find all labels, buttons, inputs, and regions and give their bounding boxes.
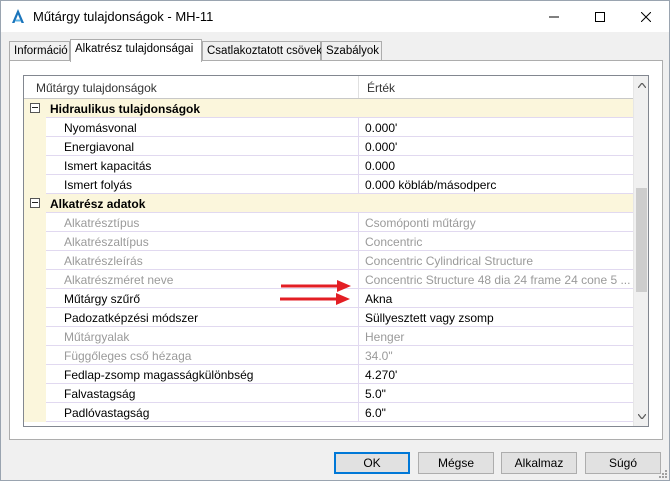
collapse-icon[interactable] — [30, 103, 40, 113]
property-row[interactable]: Függőleges cső hézaga 34.0" — [24, 346, 633, 365]
property-row[interactable]: Ismert folyás 0.000 köbláb/másodperc — [24, 175, 633, 194]
property-row[interactable]: Ismert kapacitás 0.000 — [24, 156, 633, 175]
property-value: 34.0" — [359, 346, 633, 365]
category-row[interactable]: Alkatrész adatok — [24, 194, 633, 213]
dialog-buttons: OK Mégse Alkalmaz Súgó — [1, 446, 669, 480]
property-row[interactable]: Nyomásvonal 0.000' — [24, 118, 633, 137]
property-value: Henger — [359, 327, 633, 346]
close-button[interactable] — [623, 1, 669, 32]
property-name: Padlóvastagság — [46, 403, 359, 422]
title-bar[interactable]: Műtárgy tulajdonságok - MH-11 — [1, 1, 669, 32]
property-name: Műtárgyalak — [46, 327, 359, 346]
collapse-icon[interactable] — [30, 198, 40, 208]
tab-alkatresz-tulajdonsagai[interactable]: Alkatrész tulajdonságai — [70, 39, 202, 62]
red-arrow-icon — [281, 280, 351, 292]
window-title: Műtárgy tulajdonságok - MH-11 — [33, 9, 214, 24]
vertical-scrollbar[interactable] — [633, 76, 648, 426]
resize-grip-icon[interactable] — [657, 468, 667, 478]
scroll-up-icon[interactable] — [636, 78, 647, 92]
tab-szabalyok[interactable]: Szabályok — [321, 41, 382, 61]
maximize-icon — [595, 11, 605, 22]
close-icon — [641, 11, 651, 22]
property-name: Függőleges cső hézaga — [46, 346, 359, 365]
ok-button[interactable]: OK — [334, 452, 410, 474]
row-gutter — [24, 232, 46, 251]
property-value: Concentric Cylindrical Structure — [359, 251, 633, 270]
red-arrow-icon — [280, 293, 350, 305]
property-row[interactable]: Fedlap-zsomp magasságkülönbség 4.270' — [24, 365, 633, 384]
property-value[interactable]: Süllyesztett vagy zsomp — [359, 308, 633, 327]
tab-csatlakoztatott-csovek[interactable]: Csatlakoztatott csövek — [202, 41, 322, 61]
scroll-thumb[interactable] — [636, 188, 647, 292]
property-value[interactable]: 5.0" — [359, 384, 633, 403]
property-grid: Műtárgy tulajdonságok Érték Hidraulikus … — [23, 75, 649, 427]
property-value[interactable]: Akna — [359, 289, 633, 308]
property-value: Csomóponti műtárgy — [359, 213, 633, 232]
row-gutter — [24, 137, 46, 156]
row-gutter — [24, 384, 46, 403]
dialog-window: Műtárgy tulajdonságok - MH-11 Információ… — [0, 0, 670, 481]
minimize-icon — [549, 16, 559, 17]
row-gutter — [24, 308, 46, 327]
property-name: Ismert folyás — [46, 175, 359, 194]
category-value — [359, 99, 633, 118]
row-gutter — [24, 213, 46, 232]
property-name: Alkatrészleírás — [46, 251, 359, 270]
autocad-app-icon — [10, 8, 26, 24]
category-row[interactable]: Hidraulikus tulajdonságok — [24, 99, 633, 118]
property-row[interactable]: Energiavonal 0.000' — [24, 137, 633, 156]
row-gutter — [24, 289, 46, 308]
row-gutter — [24, 327, 46, 346]
tab-strip: Információ Alkatrész tulajdonságai Csatl… — [9, 39, 661, 62]
help-button[interactable]: Súgó — [585, 452, 661, 474]
row-gutter — [24, 251, 46, 270]
row-gutter — [24, 365, 46, 384]
property-name: Ismert kapacitás — [46, 156, 359, 175]
row-gutter — [24, 346, 46, 365]
property-name: Fedlap-zsomp magasságkülönbség — [46, 365, 359, 384]
property-value: Concentric — [359, 232, 633, 251]
property-name: Nyomásvonal — [46, 118, 359, 137]
tab-informacio[interactable]: Információ — [9, 41, 70, 61]
property-value[interactable]: 0.000' — [359, 137, 633, 156]
property-row[interactable]: Műtárgyalak Henger — [24, 327, 633, 346]
property-name: Alkatrésztípus — [46, 213, 359, 232]
property-row[interactable]: Padlóvastagság 6.0" — [24, 403, 633, 422]
tab-panel: Műtárgy tulajdonságok Érték Hidraulikus … — [9, 60, 663, 440]
grid-header: Műtárgy tulajdonságok Érték — [24, 76, 633, 99]
property-row[interactable]: Falvastagság 5.0" — [24, 384, 633, 403]
category-label: Hidraulikus tulajdonságok — [46, 99, 359, 118]
property-value[interactable]: 0.000 köbláb/másodperc — [359, 175, 633, 194]
property-name: Padozatképzési módszer — [46, 308, 359, 327]
property-value[interactable]: 4.270' — [359, 365, 633, 384]
row-gutter — [24, 175, 46, 194]
category-value — [359, 194, 633, 213]
maximize-button[interactable] — [577, 1, 623, 32]
property-row[interactable]: Alkatrészaltípus Concentric — [24, 232, 633, 251]
property-value[interactable]: 0.000 — [359, 156, 633, 175]
row-gutter — [24, 270, 46, 289]
row-gutter — [24, 403, 46, 422]
property-value[interactable]: 6.0" — [359, 403, 633, 422]
property-name: Alkatrészaltípus — [46, 232, 359, 251]
minimize-button[interactable] — [531, 1, 577, 32]
scroll-down-icon[interactable] — [636, 409, 647, 423]
header-property[interactable]: Műtárgy tulajdonságok — [24, 76, 359, 98]
property-row[interactable]: Padozatképzési módszer Süllyesztett vagy… — [24, 308, 633, 327]
property-name: Falvastagság — [46, 384, 359, 403]
row-gutter — [24, 156, 46, 175]
header-value[interactable]: Érték — [359, 76, 632, 98]
property-row[interactable]: Alkatrészleírás Concentric Cylindrical S… — [24, 251, 633, 270]
property-value: Concentric Structure 48 dia 24 frame 24 … — [359, 270, 633, 289]
row-gutter — [24, 118, 46, 137]
property-value[interactable]: 0.000' — [359, 118, 633, 137]
property-row[interactable]: Alkatrésztípus Csomóponti műtárgy — [24, 213, 633, 232]
property-name: Energiavonal — [46, 137, 359, 156]
cancel-button[interactable]: Mégse — [418, 452, 494, 474]
apply-button[interactable]: Alkalmaz — [501, 452, 577, 474]
category-label: Alkatrész adatok — [46, 194, 359, 213]
